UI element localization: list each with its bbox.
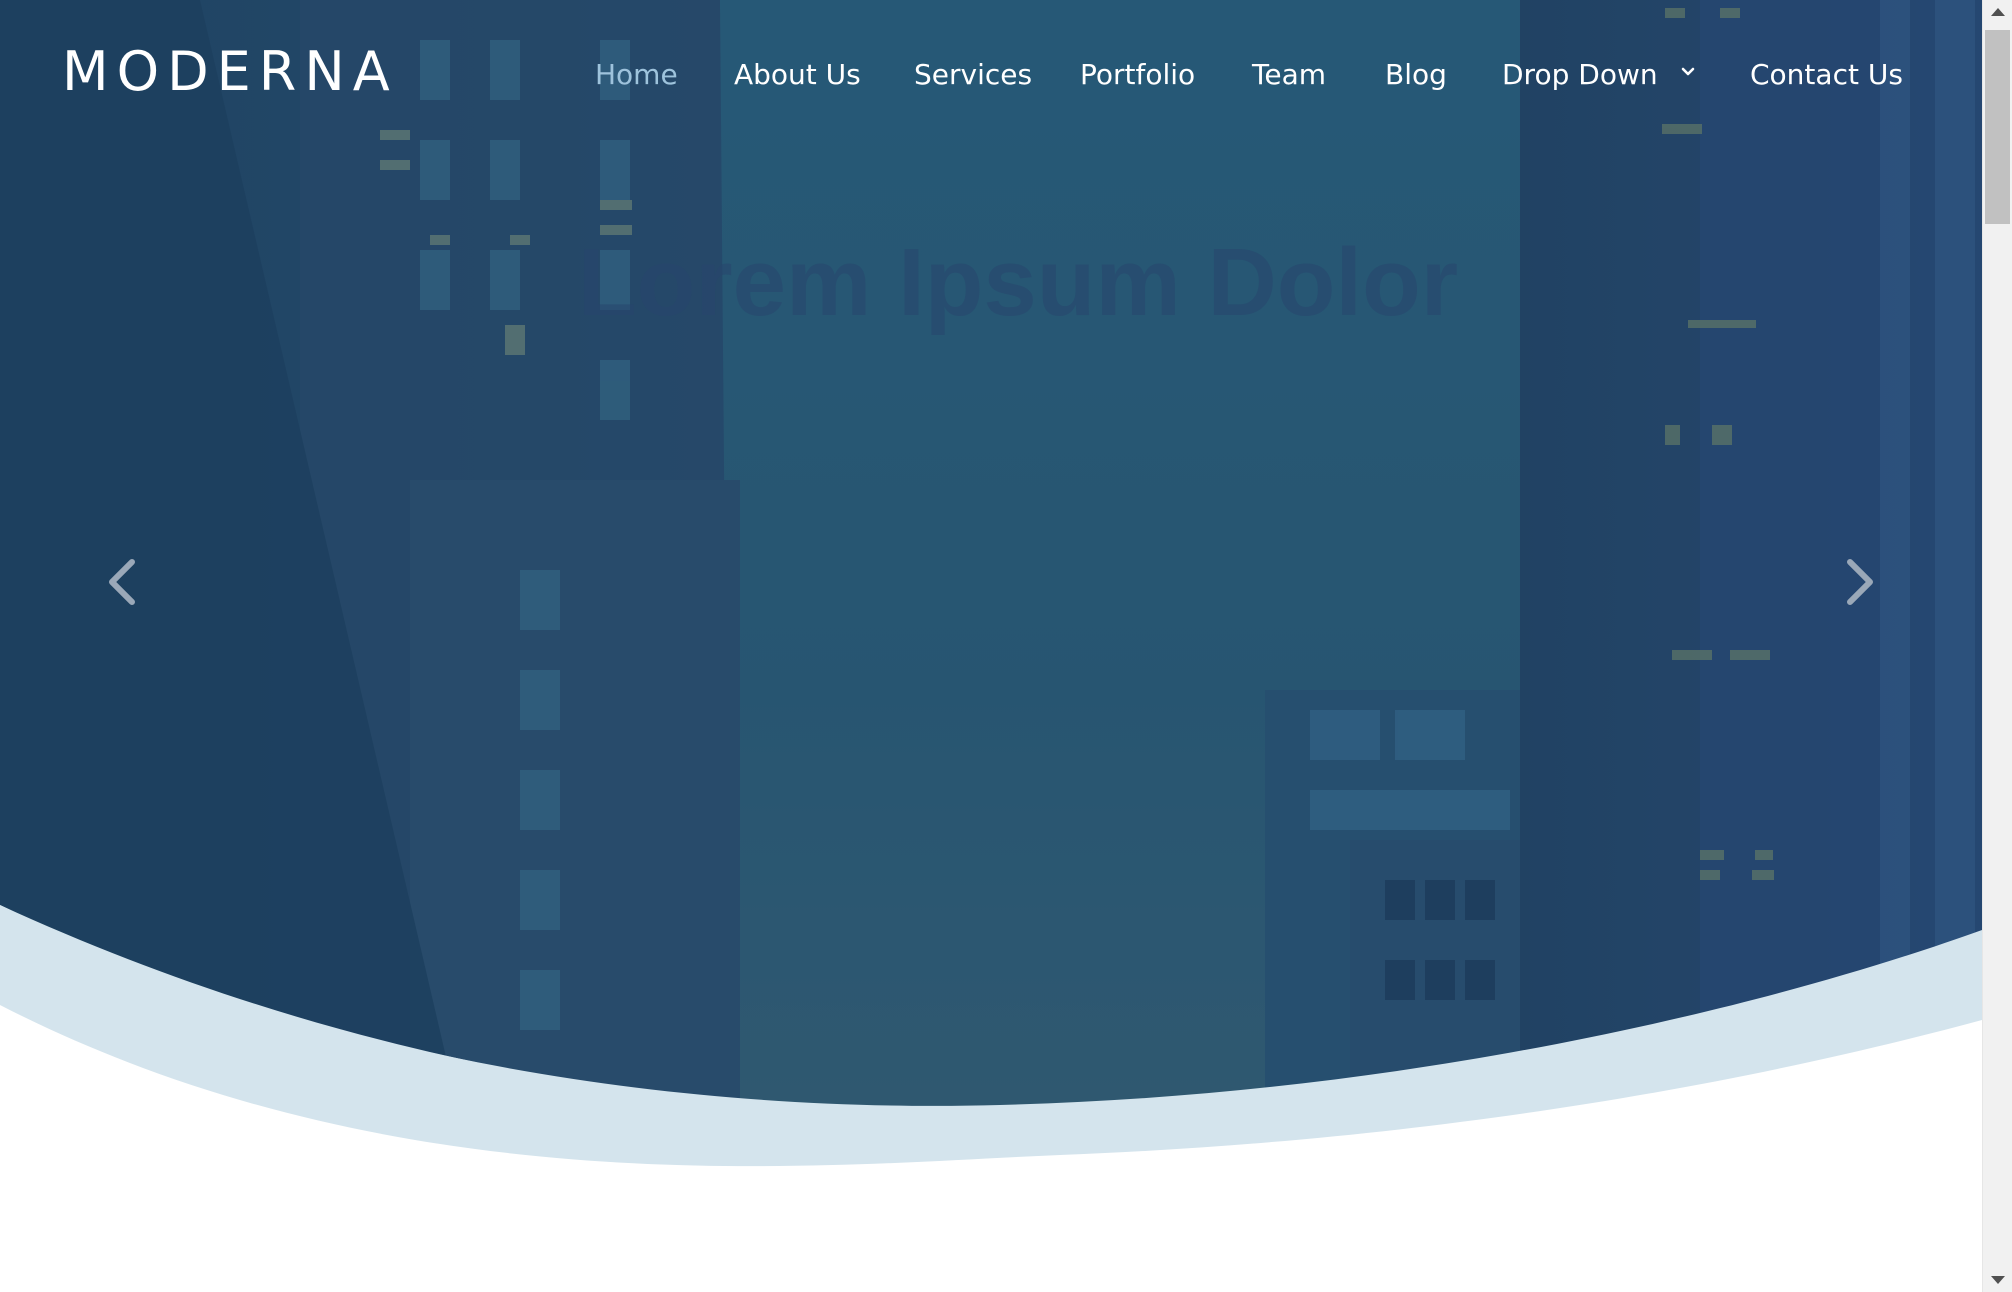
carousel-next-button[interactable] [1828, 552, 1888, 612]
hero-wave [0, 905, 1982, 1292]
nav-item-portfolio[interactable]: Portfolio [1080, 58, 1195, 91]
scroll-up-arrow-icon[interactable] [1991, 8, 2005, 16]
nav-item-about-us[interactable]: About Us [734, 58, 861, 91]
nav-item-home[interactable]: Home [595, 58, 678, 91]
nav-item-drop-down-label: Drop Down [1502, 58, 1658, 91]
site-header: MODERNA Home About Us Services Portfolio… [0, 0, 1982, 160]
chevron-left-icon [109, 559, 135, 605]
nav-item-services[interactable]: Services [914, 58, 1032, 91]
hero-title: Lorem Ipsum Dolor [578, 229, 1459, 336]
nav-item-blog[interactable]: Blog [1385, 58, 1447, 91]
page: MODERNA Home About Us Services Portfolio… [0, 0, 2012, 1292]
chevron-right-icon [1847, 559, 1873, 605]
main-nav: Home About Us Services Portfolio Team Bl… [0, 58, 1982, 102]
chevron-down-icon [1681, 67, 1694, 76]
page-scrollbar[interactable] [1982, 0, 2012, 1292]
scrollbar-thumb[interactable] [1985, 30, 2010, 224]
nav-item-drop-down[interactable]: Drop Down [1502, 58, 1695, 91]
nav-item-contact-us[interactable]: Contact Us [1750, 58, 1903, 91]
nav-item-team[interactable]: Team [1252, 58, 1326, 91]
carousel-prev-button[interactable] [94, 552, 154, 612]
scroll-down-arrow-icon[interactable] [1991, 1276, 2005, 1284]
